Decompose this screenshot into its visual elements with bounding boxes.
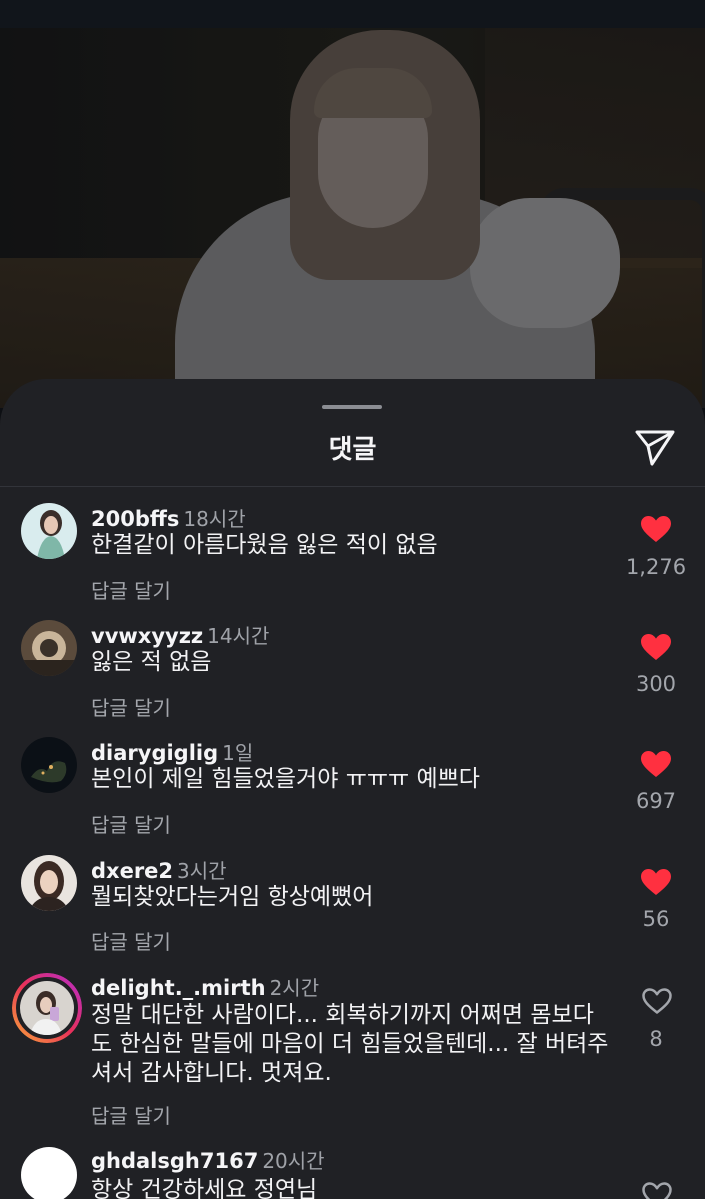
heart-filled-icon[interactable] (640, 750, 672, 778)
comment-time: 2시간 (269, 976, 320, 1000)
avatar[interactable] (21, 503, 77, 559)
like-count: 300 (635, 672, 677, 696)
reply-button[interactable]: 답글 달기 (91, 575, 171, 604)
comment-text: 뭘되찾았다는거임 항상예뻤어 (91, 884, 374, 910)
heart-outline-icon[interactable] (641, 987, 673, 1015)
comment-username[interactable]: delight._.mirth (91, 976, 266, 1000)
reply-button[interactable]: 답글 달기 (91, 926, 171, 955)
avatar[interactable] (21, 855, 77, 911)
paper-plane-icon (635, 430, 675, 466)
comment-text-line: 셔서 감사합니다. 멋져요. (91, 1060, 332, 1086)
share-button[interactable] (633, 427, 677, 467)
comment-text: 본인이 제일 힘들었을거야 ㅠㅠㅠ 예쁘다 (91, 766, 480, 792)
reply-button[interactable]: 답글 달기 (91, 1100, 171, 1129)
comment-time: 20시간 (262, 1149, 325, 1173)
comment-text: 항상 건강하세요 정연님 (91, 1177, 318, 1199)
comment-time: 18시간 (183, 507, 246, 531)
comment-time: 14시간 (207, 624, 270, 648)
like-count: 1,276 (625, 555, 687, 579)
comment-username[interactable]: 200bffs (91, 507, 179, 531)
comment-time: 3시간 (177, 859, 227, 883)
heart-filled-icon[interactable] (640, 515, 672, 543)
reply-button[interactable]: 답글 달기 (91, 692, 171, 721)
header-divider (0, 486, 705, 487)
like-count: 56 (642, 907, 670, 931)
comment-text-line: 도 한심한 말들에 마음이 더 힘들었을텐데... 잘 버텨주 (91, 1031, 609, 1057)
comment-username[interactable]: vvwxyyzz (91, 624, 203, 648)
sheet-title: 댓글 (328, 435, 377, 465)
comment-username[interactable]: diarygiglig (91, 741, 218, 765)
avatar[interactable] (21, 737, 77, 793)
avatar[interactable] (21, 620, 77, 676)
comments-sheet: 댓글 200bffs 18시간 한결같이 아름다웠음 잃은 적이 없음 답글 달기… (0, 379, 705, 1199)
comment-text: 잃은 적 없음 (91, 649, 212, 675)
heart-filled-icon[interactable] (640, 868, 672, 896)
top-status-strip (0, 0, 705, 28)
sheet-drag-handle[interactable] (322, 405, 382, 409)
comment-time: 1일 (222, 741, 254, 765)
reply-button[interactable]: 답글 달기 (91, 809, 171, 838)
comment-username[interactable]: ghdalsgh7167 (91, 1149, 258, 1173)
like-count: 697 (635, 789, 677, 813)
comment-text: 정말 대단한 사람이다... 회복하기까지 어쩌면 몸보다 도 한심한 말들에 … (91, 1001, 631, 1088)
comment-text-line: 정말 대단한 사람이다... 회복하기까지 어쩌면 몸보다 (91, 1002, 594, 1028)
avatar[interactable] (21, 1147, 77, 1199)
heart-filled-icon[interactable] (640, 633, 672, 661)
avatar-story-ring[interactable] (12, 973, 82, 1043)
background-post-photo (0, 28, 705, 408)
comment-text: 한결같이 아름다웠음 잃은 적이 없음 (91, 532, 438, 558)
comment-username[interactable]: dxere2 (91, 859, 173, 883)
heart-outline-icon[interactable] (641, 1181, 673, 1199)
like-count: 8 (649, 1027, 663, 1051)
